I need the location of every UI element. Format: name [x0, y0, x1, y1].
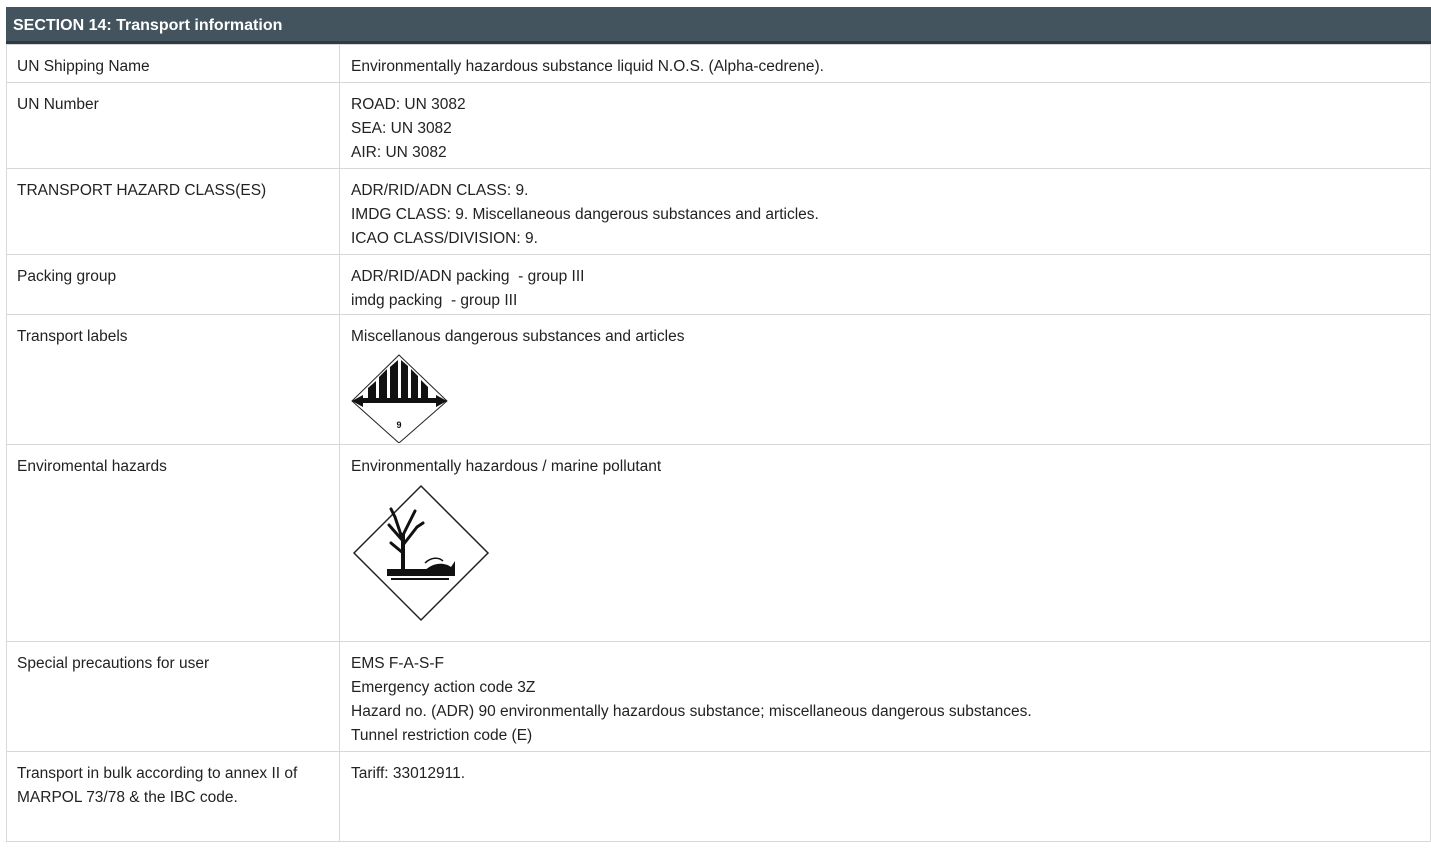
class-number-label: 9	[396, 420, 401, 430]
value-line: Tariff: 33012911.	[351, 765, 466, 782]
table-row: TRANSPORT HAZARD CLASS(ES) ADR/RID/ADN C…	[6, 168, 1431, 255]
value-line: Hazard no. (ADR) 90 environmentally haza…	[351, 703, 1032, 720]
row-label: Special precautions for user	[6, 641, 340, 752]
row-value: Environmentally hazardous substance liqu…	[339, 44, 1431, 83]
row-label: TRANSPORT HAZARD CLASS(ES)	[6, 168, 340, 255]
value-line: ADR/RID/ADN CLASS: 9.	[351, 182, 529, 199]
row-label: UN Number	[6, 82, 340, 169]
value-line: Tunnel restriction code (E)	[351, 727, 533, 744]
value-line: SEA: UN 3082	[351, 120, 452, 137]
class-9-hazard-label-icon: 9	[351, 354, 448, 443]
value-line: IMDG CLASS: 9. Miscellaneous dangerous s…	[351, 206, 819, 223]
row-value: EMS F-A-S-F Emergency action code 3Z Haz…	[339, 641, 1431, 752]
table-row: Enviromental hazards Environmentally haz…	[6, 444, 1431, 642]
table-row: Packing group ADR/RID/ADN packing - grou…	[6, 254, 1431, 315]
row-value: Environmentally hazardous / marine pollu…	[339, 444, 1431, 642]
transport-info-section: SECTION 14: Transport information UN Shi…	[0, 0, 1431, 865]
section-title: SECTION 14: Transport information	[6, 7, 1431, 44]
table-row: UN Number ROAD: UN 3082 SEA: UN 3082 AIR…	[6, 82, 1431, 169]
row-value: ADR/RID/ADN packing - group III imdg pac…	[339, 254, 1431, 315]
row-label: Packing group	[6, 254, 340, 315]
row-value: ROAD: UN 3082 SEA: UN 3082 AIR: UN 3082	[339, 82, 1431, 169]
row-label: Enviromental hazards	[6, 444, 340, 642]
environmental-hazard-icon	[352, 484, 490, 622]
value-line: Environmentally hazardous substance liqu…	[351, 58, 824, 75]
row-value: Tariff: 33012911.	[339, 751, 1431, 842]
row-label: Transport labels	[6, 314, 340, 445]
value-line: Environmentally hazardous / marine pollu…	[351, 458, 662, 475]
table-row: Transport labels Miscellanous dangerous …	[6, 314, 1431, 445]
value-line: Miscellanous dangerous substances and ar…	[351, 328, 685, 345]
value-line: Emergency action code 3Z	[351, 679, 536, 696]
row-value: Miscellanous dangerous substances and ar…	[339, 314, 1431, 445]
value-line: ICAO CLASS/DIVISION: 9.	[351, 230, 538, 247]
row-label: UN Shipping Name	[6, 44, 340, 83]
table-row: UN Shipping Name Environmentally hazardo…	[6, 44, 1431, 83]
row-label: Transport in bulk according to annex II …	[6, 751, 340, 842]
value-line: ADR/RID/ADN packing - group III	[351, 268, 585, 285]
value-line: ROAD: UN 3082	[351, 96, 466, 113]
value-line: EMS F-A-S-F	[351, 655, 444, 672]
table-row: Special precautions for user EMS F-A-S-F…	[6, 641, 1431, 752]
row-value: ADR/RID/ADN CLASS: 9. IMDG CLASS: 9. Mis…	[339, 168, 1431, 255]
value-line: AIR: UN 3082	[351, 144, 447, 161]
transport-info-table: UN Shipping Name Environmentally hazardo…	[6, 44, 1431, 842]
table-row: Transport in bulk according to annex II …	[6, 751, 1431, 842]
value-line: imdg packing - group III	[351, 292, 518, 309]
